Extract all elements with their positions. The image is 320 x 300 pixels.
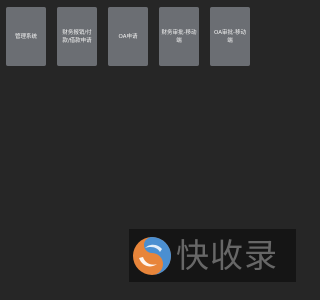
tile-finance-approval-mobile[interactable]: 财务审批-移动端 <box>159 7 199 66</box>
watermark-banner: 快收录 <box>129 229 296 282</box>
app-tile-grid: 管理系统 财务报销/付款/借款申请 OA申请 财务审批-移动端 OA审批-移动端 <box>6 7 250 66</box>
watermark-text: 快收录 <box>176 235 278 275</box>
tile-finance-reimbursement[interactable]: 财务报销/付款/借款申请 <box>57 7 97 66</box>
tile-label: OA申请 <box>118 33 138 40</box>
tile-oa-approval-mobile[interactable]: OA审批-移动端 <box>210 7 250 66</box>
tile-label: 财务审批-移动端 <box>161 29 197 44</box>
tile-oa-application[interactable]: OA申请 <box>108 7 148 66</box>
tile-label: OA审批-移动端 <box>214 29 246 44</box>
tile-label: 财务报销/付款/借款申请 <box>62 29 92 44</box>
swirl-logo-icon <box>133 236 171 275</box>
tile-label: 管理系统 <box>14 33 37 40</box>
tile-management-system[interactable]: 管理系统 <box>6 7 46 66</box>
